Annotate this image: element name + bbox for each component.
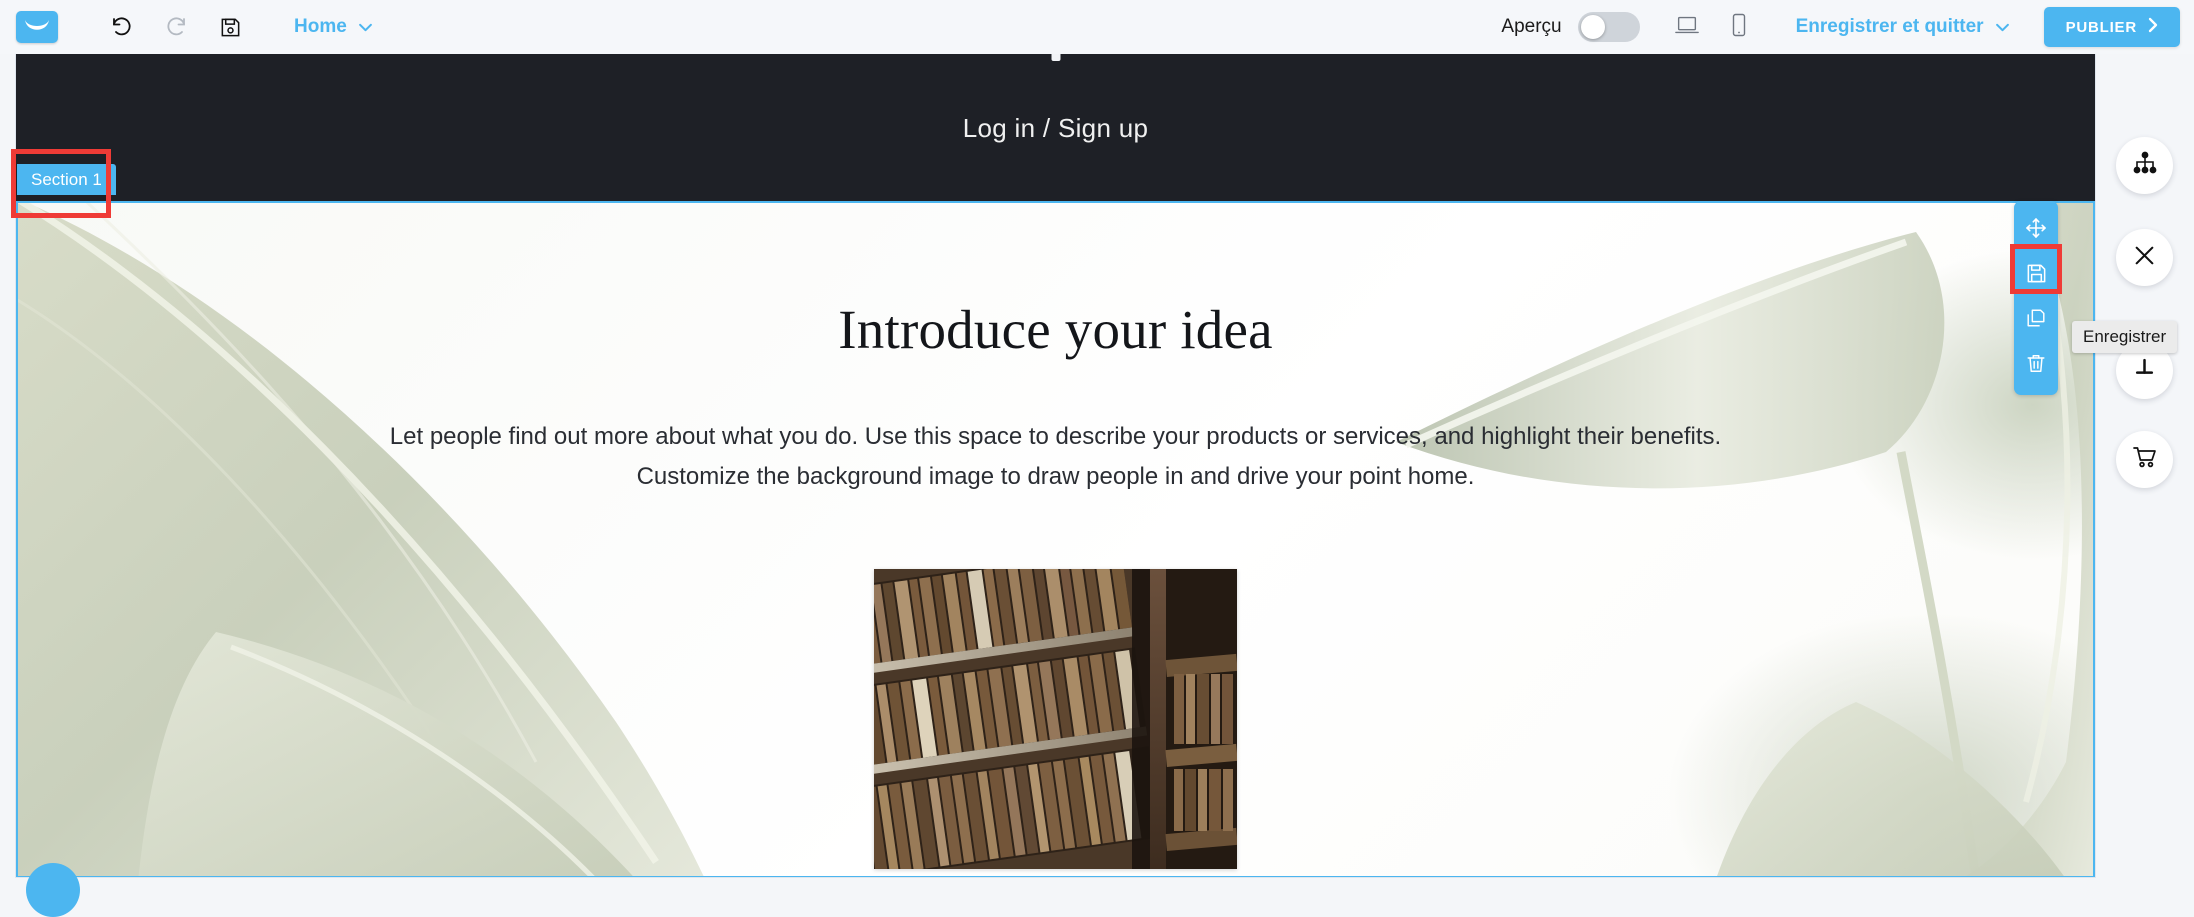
top-toolbar: Home Aperçu Enregistrer et quitter xyxy=(0,0,2194,54)
store-cart-button[interactable] xyxy=(2116,431,2173,488)
hero-title[interactable]: Introduce your idea xyxy=(16,298,2095,361)
save-floppy-disk-icon[interactable] xyxy=(208,7,252,47)
chevron-right-icon xyxy=(2148,17,2158,37)
publish-button[interactable]: PUBLIER xyxy=(2044,7,2180,47)
preview-label: Aperçu xyxy=(1501,16,1561,38)
redo-arrow-icon[interactable] xyxy=(154,7,198,47)
trash-bin-icon xyxy=(2025,352,2047,380)
section-move-button[interactable] xyxy=(2014,208,2058,253)
section-tag-section-1[interactable]: Section 1 xyxy=(17,164,116,195)
save-tooltip: Enregistrer xyxy=(2072,321,2177,353)
section-resize-handle[interactable] xyxy=(1051,54,1060,61)
hero-image-bookshelf[interactable] xyxy=(874,569,1237,869)
floppy-disk-save-icon xyxy=(2025,262,2048,290)
duplicate-copy-icon xyxy=(2025,307,2047,334)
chevron-down-icon xyxy=(358,16,373,38)
undo-arrow-icon[interactable] xyxy=(100,7,144,47)
desktop-view-button[interactable] xyxy=(1664,7,1710,47)
anchor-pin-icon xyxy=(2132,356,2157,386)
section-save-button[interactable] xyxy=(2014,253,2058,298)
close-panel-button[interactable] xyxy=(2116,229,2173,286)
site-header-band: Log in / Sign up xyxy=(16,54,2095,202)
hero-content: Introduce your idea Let people find out … xyxy=(16,202,2095,869)
toggle-knob xyxy=(1581,15,1605,39)
getresponse-smile-logo-icon[interactable] xyxy=(16,11,58,43)
page-name-label: Home xyxy=(294,16,347,38)
chevron-down-icon xyxy=(1995,16,2010,38)
help-chat-fab[interactable] xyxy=(26,863,80,917)
sitemap-hierarchy-icon xyxy=(2132,151,2158,180)
shopping-cart-icon xyxy=(2132,445,2158,474)
preview-toggle[interactable] xyxy=(1578,12,1640,42)
section-action-bar xyxy=(2014,201,2058,395)
right-rail xyxy=(2096,54,2194,878)
hero-body-text[interactable]: Let people find out more about what you … xyxy=(333,417,1778,497)
mobile-view-button[interactable] xyxy=(1716,7,1762,47)
laptop-icon xyxy=(1674,14,1700,41)
section-delete-button[interactable] xyxy=(2014,343,2058,388)
save-and-exit-label: Enregistrer et quitter xyxy=(1796,16,1984,38)
login-signup-link[interactable]: Log in / Sign up xyxy=(963,113,1149,144)
page-selector[interactable]: Home xyxy=(294,16,373,38)
section-duplicate-button[interactable] xyxy=(2014,298,2058,343)
smartphone-icon xyxy=(1731,13,1747,42)
publish-label: PUBLIER xyxy=(2066,19,2137,36)
page-canvas[interactable]: Log in / Sign up xyxy=(15,54,2096,878)
hero-section[interactable]: Introduce your idea Let people find out … xyxy=(16,202,2095,878)
move-arrows-icon xyxy=(2024,216,2048,245)
close-x-icon xyxy=(2132,243,2157,273)
sitemap-button[interactable] xyxy=(2116,137,2173,194)
library-bookshelf-photo xyxy=(874,569,1237,869)
save-and-exit-button[interactable]: Enregistrer et quitter xyxy=(1796,16,2010,38)
